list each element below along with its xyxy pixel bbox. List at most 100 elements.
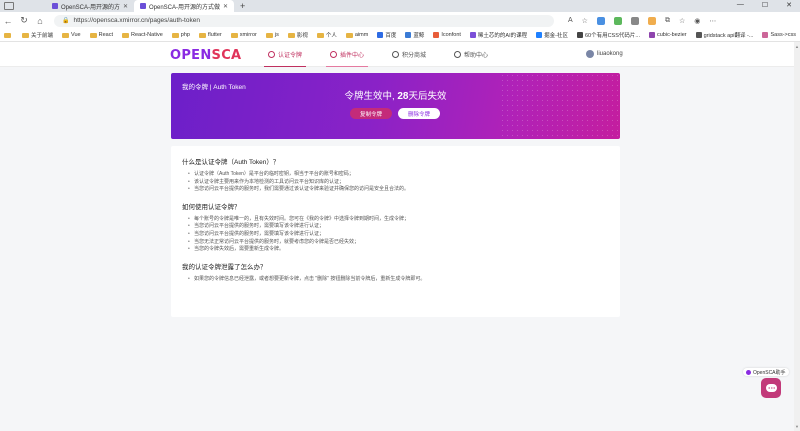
plugin-icon: [330, 50, 338, 58]
lock-icon: 🔒: [62, 18, 70, 24]
bookmark-item[interactable]: cubic-bezier: [648, 32, 687, 38]
toolbar-icons: A ☆ ⧉ ☆ ◉ ⋯: [568, 16, 716, 25]
back-icon[interactable]: ←: [0, 16, 16, 26]
folder-icon: [62, 32, 70, 38]
bookmark-item[interactable]: gridstack api翻译 -...: [695, 31, 753, 39]
bookmark-item[interactable]: php: [171, 32, 190, 38]
faq-answer: 当您的令牌失效后，需要重新生成令牌。: [188, 246, 609, 254]
assistant-icon: [746, 369, 751, 375]
bookmark-item[interactable]: [4, 32, 13, 38]
favorite-star-icon[interactable]: ☆: [582, 17, 588, 25]
new-tab-icon[interactable]: +: [240, 1, 245, 11]
assistant-label[interactable]: OpenSCA助手: [743, 368, 789, 376]
page-scrollbar[interactable]: [794, 42, 800, 431]
folder-icon: [230, 32, 238, 38]
site-header: OPENSCA 认证令牌 插件中心 积分商城 帮助中心 liuaokong: [0, 42, 800, 67]
banner-decoration: [500, 73, 620, 139]
browser-tab-active[interactable]: OpenSCA-用开源的方式做开源风... ✕: [134, 0, 234, 12]
bookmarks-bar: 关于前端 Vue React React-Native php flutter …: [0, 29, 800, 42]
close-tab-icon[interactable]: ✕: [123, 3, 128, 10]
bookmark-item[interactable]: 影视: [287, 31, 308, 39]
bookmark-item[interactable]: aimm: [345, 32, 368, 38]
refresh-icon[interactable]: ↻: [16, 15, 32, 26]
url-field[interactable]: 🔒 https://opensca.xmirror.cn/pages/auth-…: [54, 14, 554, 27]
bookmark-item[interactable]: 60个有用CSS代码片...: [576, 31, 640, 39]
faq-answer: 当您访问云平台提供的服务时，需要填写该令牌进行认证；: [188, 231, 609, 239]
more-menu-icon[interactable]: ⋯: [709, 17, 716, 25]
bookmark-item[interactable]: 稀土芯的的AI的课程: [469, 31, 527, 39]
tab-favicon-icon: [140, 3, 146, 9]
bookmark-item[interactable]: 关于前端: [22, 31, 53, 39]
bookmark-item[interactable]: Sass->css: [762, 32, 796, 38]
bluewhale-icon: [405, 32, 412, 38]
minimize-icon[interactable]: —: [737, 1, 744, 9]
tab-title: OpenSCA-用开源的方式做开源风...: [149, 4, 220, 11]
profile-icon[interactable]: ◉: [694, 17, 700, 25]
window-controls: — ☐ ✕: [737, 1, 792, 9]
bookmark-item[interactable]: xmirror: [230, 32, 257, 38]
browser-tabbar: OpenSCA-用开源的方式做开源风... ✕ OpenSCA-用开源的方式做开…: [0, 0, 800, 12]
extension-icon[interactable]: [647, 16, 656, 25]
read-aloud-icon[interactable]: A: [568, 17, 573, 24]
extension-icon[interactable]: [613, 16, 622, 25]
tab-favicon-icon: [52, 3, 58, 9]
opensca-logo[interactable]: OPENSCA: [170, 48, 241, 63]
nav-help-center[interactable]: 帮助中心: [450, 42, 492, 67]
course-icon: [469, 32, 476, 38]
username: liuaokong: [597, 51, 623, 57]
bookmark-item[interactable]: React-Native: [121, 32, 163, 38]
juejin-icon: [536, 32, 543, 38]
nav-plugin-center[interactable]: 插件中心: [326, 42, 369, 67]
token-icon: [268, 50, 275, 58]
folder-icon: [121, 32, 129, 38]
folder-icon: [265, 32, 273, 38]
extension-icon[interactable]: [596, 16, 605, 25]
bookmark-item[interactable]: 百度: [377, 31, 396, 39]
close-window-icon[interactable]: ✕: [786, 1, 792, 9]
chat-button[interactable]: [761, 378, 781, 398]
user-menu[interactable]: liuaokong: [586, 50, 623, 58]
help-icon: [454, 51, 462, 58]
nav-points-mall[interactable]: 积分商城: [388, 42, 430, 67]
iconfont-icon: [433, 32, 440, 38]
chat-icon: [765, 384, 777, 392]
copy-token-button[interactable]: 复制令牌: [350, 108, 392, 119]
main-nav: 认证令牌 插件中心 积分商城 帮助中心: [264, 42, 512, 67]
scroll-up-icon[interactable]: ▲: [795, 44, 799, 49]
bookmark-item[interactable]: 蓝鲸: [405, 31, 424, 39]
days-remaining: 28: [397, 91, 409, 102]
faq-answer: 当您访问云平台提供的服务时，需要填写该令牌进行认证；: [188, 223, 609, 231]
bookmark-item[interactable]: flutter: [198, 32, 222, 38]
extension-icon[interactable]: [630, 16, 639, 25]
collections-icon[interactable]: ⧉: [665, 17, 670, 25]
faq-answer-list: 每个账号的令牌是唯一的，且有失效时间。您可在《我的令牌》中选择令牌到期时间，生成…: [188, 216, 609, 254]
faq-answer: 当您访问云平台提供的服务时，我们需要通过该认证令牌来验证并确保您的访问是安全且合…: [188, 186, 609, 194]
window-menu-icon[interactable]: [4, 2, 14, 10]
faq-answer: 认证令牌（Auth Token）是平台的临时密钥，相当于平台的账号和密码；: [188, 171, 609, 179]
favorites-bar-icon[interactable]: ☆: [679, 17, 685, 25]
scroll-down-icon[interactable]: ▼: [795, 424, 799, 429]
close-tab-icon[interactable]: ✕: [223, 3, 228, 10]
bookmark-item[interactable]: 个人: [316, 31, 337, 39]
avatar: [586, 50, 594, 58]
baidu-icon: [377, 32, 384, 38]
bookmark-item[interactable]: Iconfont: [433, 32, 461, 38]
github-icon: [576, 32, 583, 38]
faq-answer-list: 认证令牌（Auth Token）是平台的临时密钥，相当于平台的账号和密码； 该认…: [188, 171, 609, 194]
bookmark-item[interactable]: Vue: [62, 32, 81, 38]
url-text: https://opensca.xmirror.cn/pages/auth-to…: [73, 17, 200, 24]
nav-auth-token[interactable]: 认证令牌: [264, 42, 307, 67]
folder-icon: [287, 32, 295, 38]
maximize-icon[interactable]: ☐: [762, 1, 768, 9]
bookmark-item[interactable]: js: [265, 32, 279, 38]
faq-question: 我的认证令牌泄露了怎么办？: [182, 263, 267, 271]
bookmark-item[interactable]: 掘金-社区: [536, 31, 568, 39]
faq-question: 什么是认证令牌（Auth Token）？: [182, 159, 280, 166]
folder-icon: [4, 32, 11, 38]
folder-icon: [89, 32, 97, 38]
bookmark-item[interactable]: React: [89, 32, 113, 38]
home-icon[interactable]: ⌂: [32, 16, 48, 26]
bezier-icon: [648, 32, 655, 38]
browser-tab[interactable]: OpenSCA-用开源的方式做开源风... ✕: [46, 0, 134, 12]
delete-token-button[interactable]: 删除令牌: [398, 108, 440, 119]
